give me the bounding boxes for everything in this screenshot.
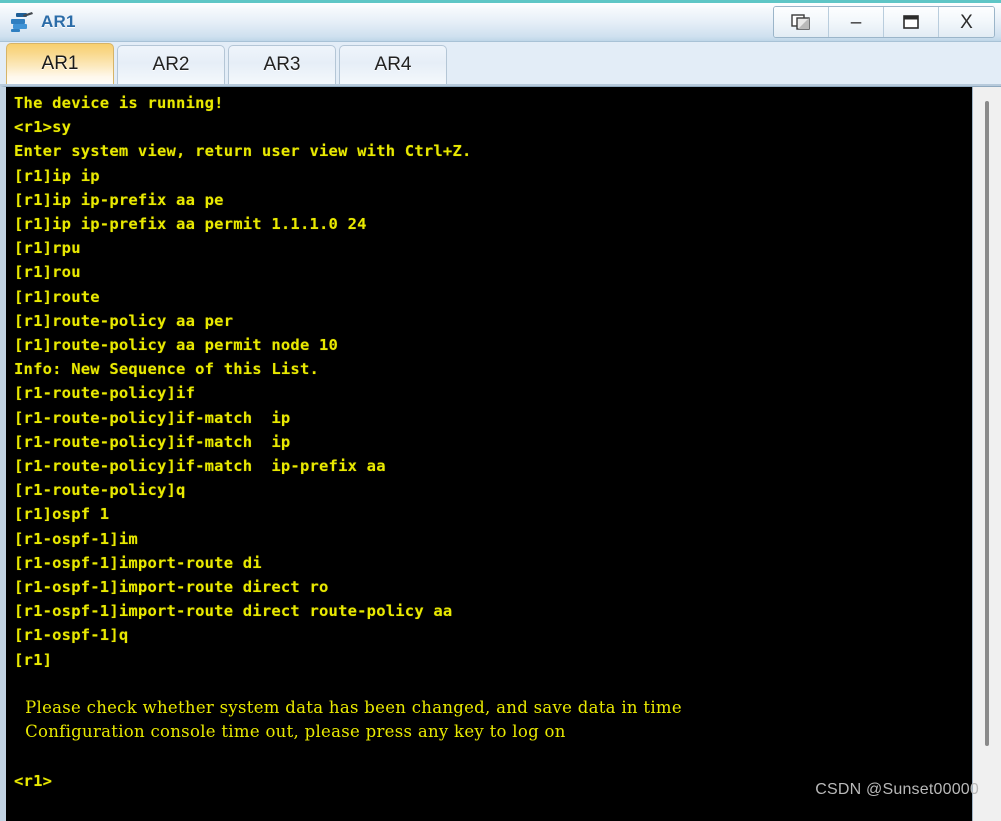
tab-ar1-label: AR1 [41, 53, 79, 74]
restore-window-button[interactable] [774, 7, 829, 37]
router-icon [9, 10, 35, 34]
tab-ar2[interactable]: AR2 [117, 45, 225, 84]
tab-ar4-label: AR4 [374, 54, 412, 75]
terminal-line: [r1-route-policy]if-match ip [14, 432, 291, 451]
maximize-icon [903, 15, 919, 29]
tab-ar3-label: AR3 [263, 54, 301, 75]
tab-ar2-label: AR2 [152, 54, 190, 75]
terminal-output[interactable]: The device is running! <r1>sy Enter syst… [6, 87, 971, 821]
terminal-line: Enter system view, return user view with… [14, 142, 472, 161]
terminal-line: [r1-route-policy]if-match ip-prefix aa [14, 457, 386, 476]
terminal-line: Info: New Sequence of this List. [14, 360, 320, 379]
terminal-notice-blank [14, 744, 971, 768]
terminal-line: [r1]route-policy aa per [14, 311, 234, 330]
close-icon: X [960, 11, 973, 33]
terminal-prompt: <r1> [14, 771, 53, 790]
tab-strip: AR1 AR2 AR3 AR4 [0, 42, 1001, 86]
terminal-line: [r1]route-policy aa permit node 10 [14, 336, 339, 355]
terminal-line: [r1-route-policy]if [14, 384, 196, 403]
terminal-notice-blank [14, 672, 971, 696]
maximize-window-button[interactable] [884, 7, 939, 37]
terminal-line: [r1-ospf-1]import-route di [14, 553, 262, 572]
tab-ar1[interactable]: AR1 [6, 43, 114, 84]
terminal-line: [r1-route-policy]q [14, 481, 186, 500]
terminal-panel[interactable]: The device is running! <r1>sy Enter syst… [0, 86, 1001, 821]
terminal-notice-console-timeout: Configuration console time out, please p… [14, 722, 566, 742]
terminal-line: The device is running! [14, 94, 224, 112]
terminal-line: [r1]ip ip [14, 166, 100, 185]
title-bar: AR1 – X [0, 0, 1001, 42]
terminal-line: <r1>sy [14, 118, 72, 137]
window-controls: – X [773, 6, 995, 38]
window-title: AR1 [41, 12, 76, 31]
terminal-line: [r1]ip ip-prefix aa pe [14, 190, 224, 209]
tab-ar3[interactable]: AR3 [228, 45, 336, 84]
terminal-line: [r1-ospf-1]import-route direct ro [14, 578, 329, 597]
console-window: AR1 – X AR1 AR2 AR3 AR4 The device is ru… [0, 0, 1001, 821]
terminal-line: [r1] [14, 650, 53, 669]
terminal-line: [r1-route-policy]if-match ip [14, 408, 291, 427]
scrollbar-thumb[interactable] [985, 101, 989, 746]
minimize-icon: – [850, 11, 862, 33]
close-window-button[interactable]: X [939, 7, 994, 37]
tab-ar4[interactable]: AR4 [339, 45, 447, 84]
vertical-scrollbar[interactable] [972, 87, 1001, 821]
terminal-line: [r1-ospf-1]im [14, 529, 138, 548]
title-bar-left: AR1 [0, 3, 76, 41]
terminal-line: [r1-ospf-1]import-route direct route-pol… [14, 602, 453, 621]
terminal-line: [r1]route [14, 287, 100, 306]
terminal-line: [r1]ip ip-prefix aa permit 1.1.1.0 24 [14, 215, 367, 234]
minimize-window-button[interactable]: – [829, 7, 884, 37]
terminal-line: [r1-ospf-1]q [14, 626, 129, 645]
terminal-line: [r1]rou [14, 263, 81, 282]
terminal-line: [r1]rpu [14, 239, 81, 258]
terminal-line: [r1]ospf 1 [14, 505, 110, 524]
terminal-notice-save-data: Please check whether system data has bee… [14, 698, 682, 718]
